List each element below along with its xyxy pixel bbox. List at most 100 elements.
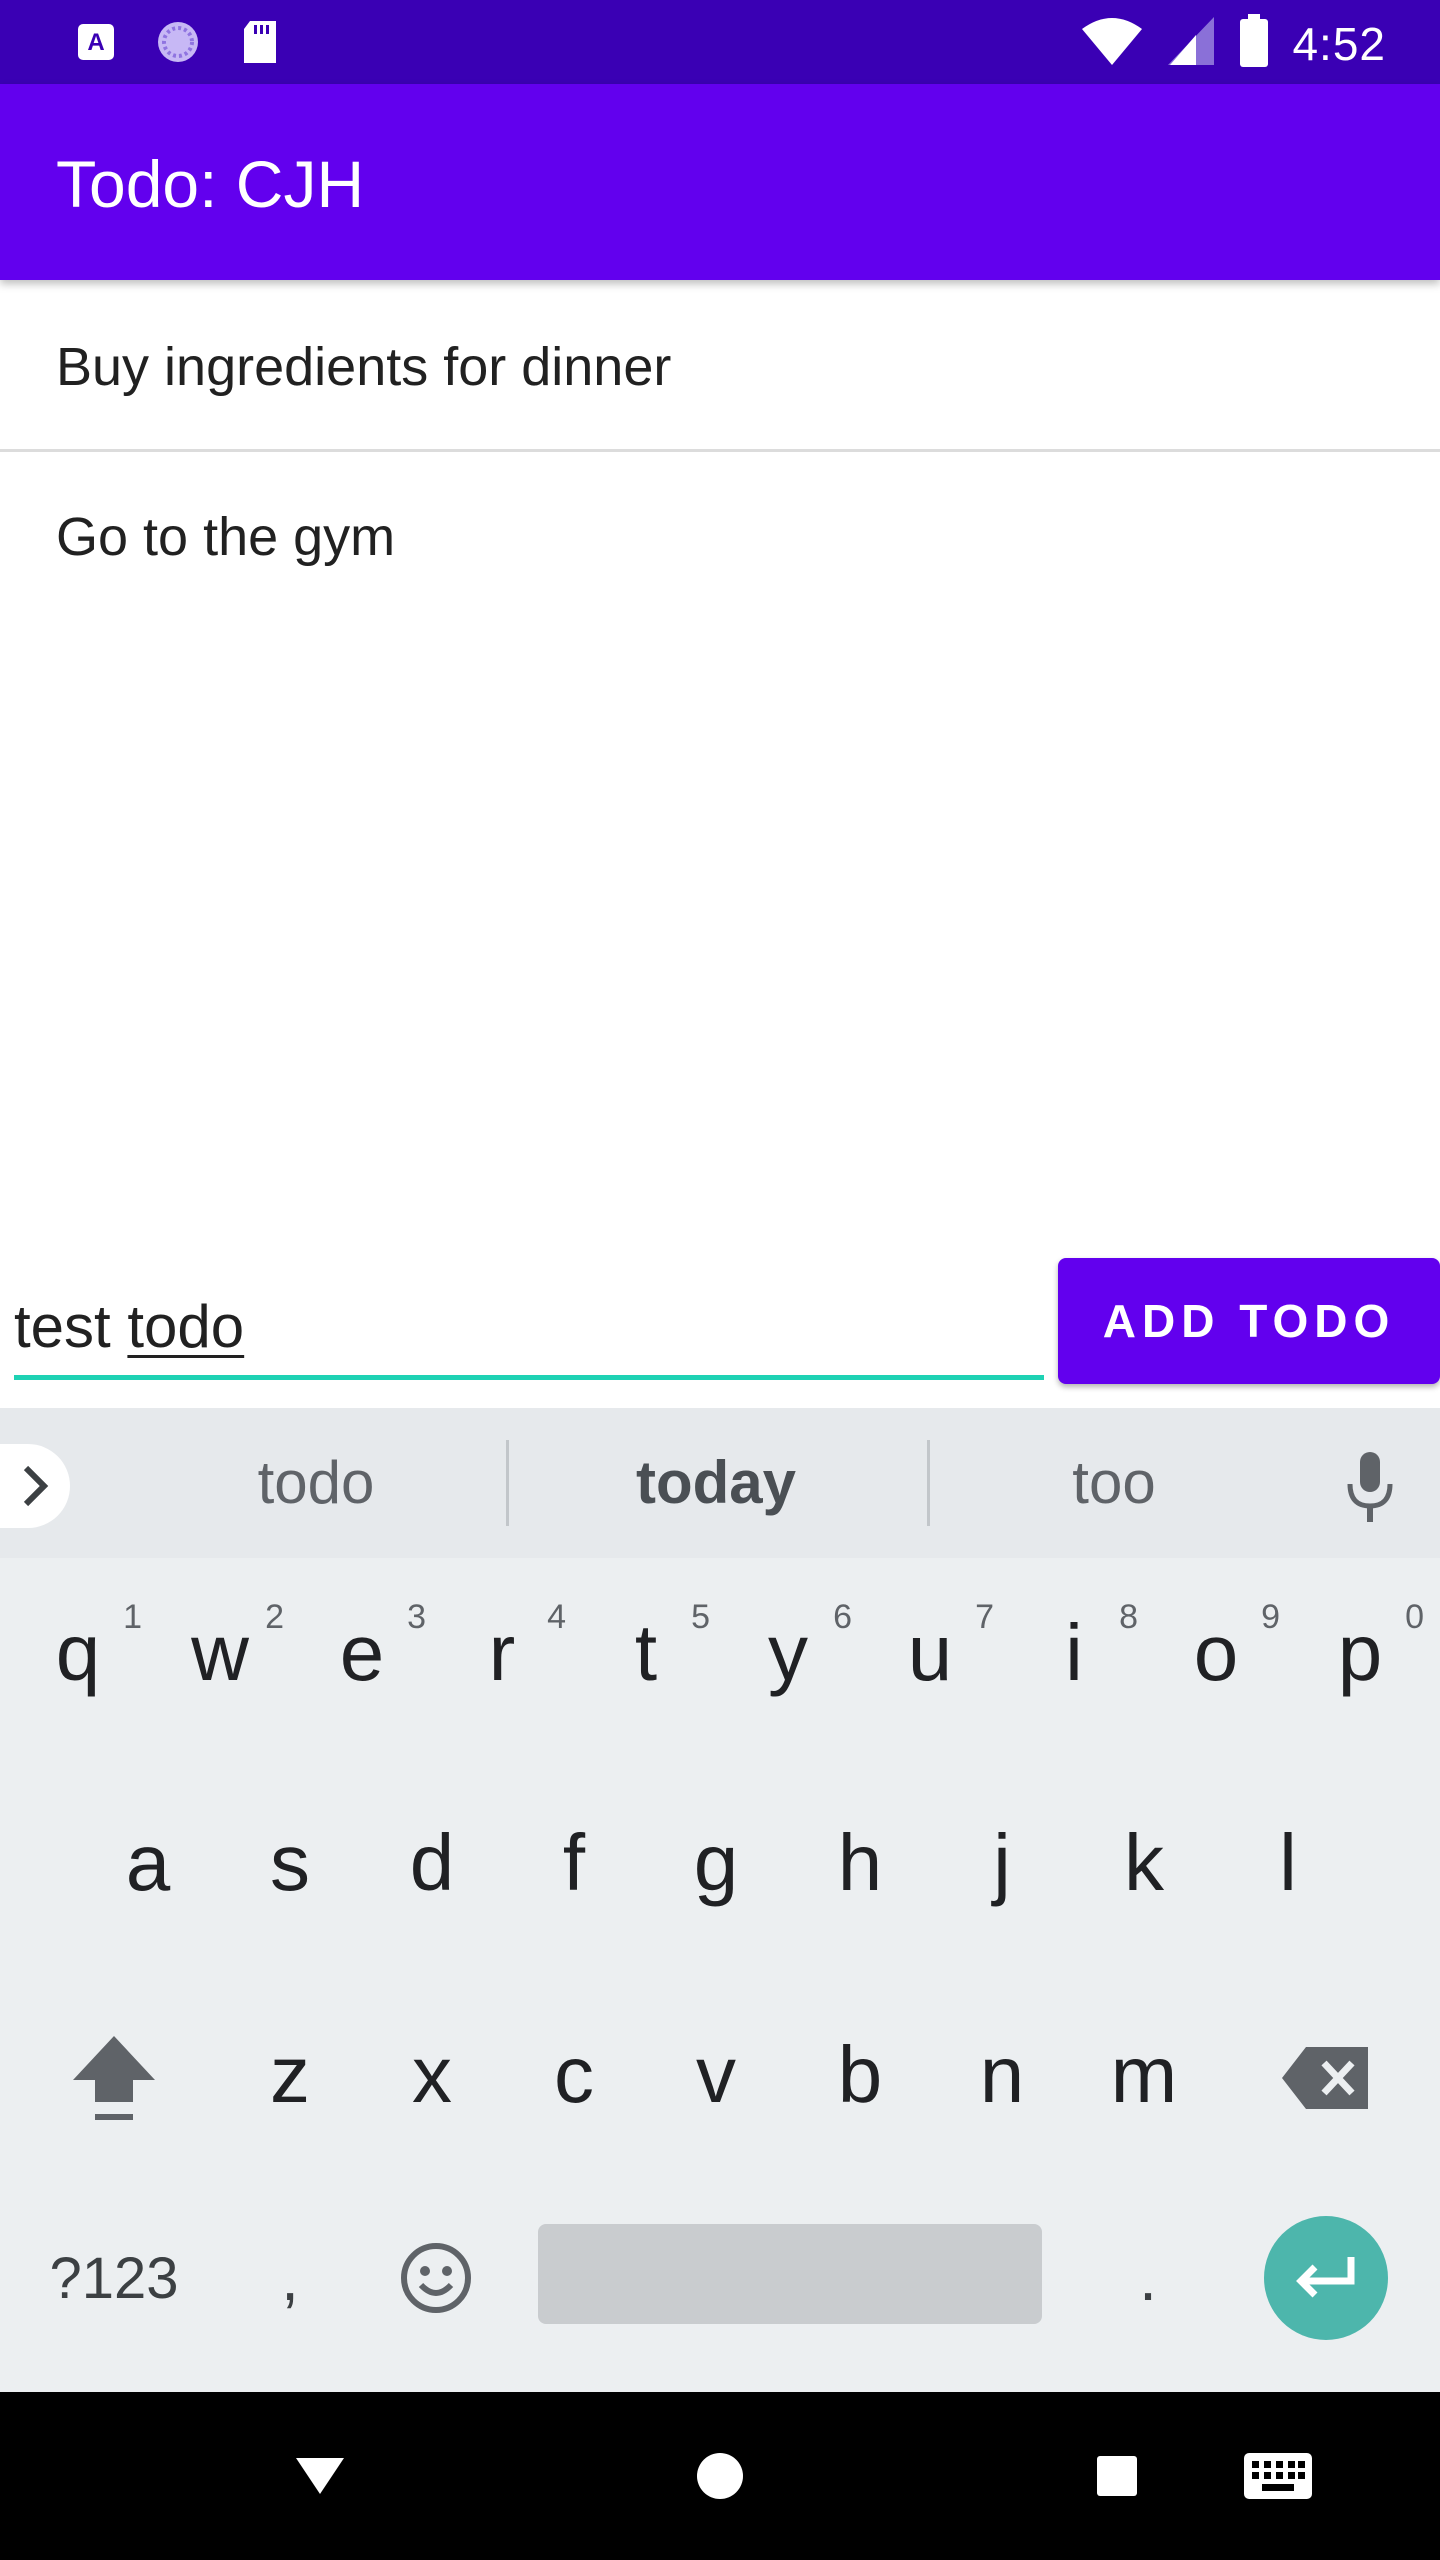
key-i[interactable]: i8 [1004, 1578, 1144, 1728]
key-z[interactable]: z [220, 2000, 360, 2150]
comma-key[interactable]: , [240, 2216, 340, 2340]
key-label: b [837, 2030, 883, 2119]
key-w[interactable]: w2 [150, 1578, 290, 1728]
recents-button[interactable] [1077, 2436, 1157, 2516]
backspace-key[interactable] [1266, 2018, 1386, 2138]
key-h[interactable]: h [790, 1788, 930, 1938]
key-k[interactable]: k [1074, 1788, 1214, 1938]
add-todo-button[interactable]: ADD TODO [1058, 1258, 1440, 1384]
suggestion-divider [927, 1440, 930, 1526]
key-label: n [979, 2030, 1025, 2119]
todo-input-composing-text: todo [127, 1293, 245, 1360]
key-number-hint: 1 [123, 1598, 142, 1636]
key-label: c [554, 2030, 594, 2119]
emoji-key[interactable] [376, 2216, 496, 2340]
key-f[interactable]: f [504, 1788, 644, 1938]
smiley-icon [401, 2243, 471, 2313]
key-label: v [696, 2030, 736, 2119]
key-label: f [562, 1818, 586, 1907]
app-a-icon: A [72, 18, 120, 66]
key-v[interactable]: v [646, 2000, 786, 2150]
key-label: t [634, 1608, 658, 1697]
key-label: i [1065, 1608, 1083, 1697]
key-label: z [270, 2030, 310, 2119]
key-number-hint: 9 [1261, 1598, 1280, 1636]
enter-key[interactable] [1264, 2216, 1388, 2340]
wifi-icon [1080, 15, 1144, 72]
key-label: q [55, 1608, 101, 1697]
key-label: s [270, 1818, 310, 1907]
keyboard-switch-button[interactable] [1238, 2436, 1318, 2516]
key-j[interactable]: j [932, 1788, 1072, 1938]
period-key[interactable]: . [1098, 2216, 1198, 2340]
key-u[interactable]: u7 [860, 1578, 1000, 1728]
key-r[interactable]: r4 [432, 1578, 572, 1728]
comma-key-label: , [281, 2242, 299, 2314]
key-number-hint: 4 [547, 1598, 566, 1636]
key-label: d [409, 1818, 455, 1907]
key-x[interactable]: x [362, 2000, 502, 2150]
home-button[interactable] [680, 2436, 760, 2516]
key-c[interactable]: c [504, 2000, 644, 2150]
key-label: a [125, 1818, 171, 1907]
key-e[interactable]: e3 [292, 1578, 432, 1728]
key-label: k [1124, 1818, 1164, 1907]
key-t[interactable]: t5 [576, 1578, 716, 1728]
key-label: y [768, 1608, 808, 1697]
todo-input[interactable]: test todo [14, 1280, 1044, 1380]
key-number-hint: 3 [407, 1598, 426, 1636]
key-d[interactable]: d [362, 1788, 502, 1938]
home-circle-icon [697, 2453, 743, 2499]
app-bar: Todo: CJH [0, 84, 1440, 280]
key-number-hint: 8 [1119, 1598, 1138, 1636]
symbols-key[interactable]: ?123 [24, 2216, 204, 2340]
key-g[interactable]: g [646, 1788, 786, 1938]
todo-input-committed-text: test [14, 1293, 128, 1360]
key-number-hint: 0 [1405, 1598, 1424, 1636]
enter-arrow-icon [1296, 2257, 1355, 2298]
symbols-key-label: ?123 [49, 2245, 179, 2311]
shift-key[interactable] [54, 2008, 174, 2148]
key-number-hint: 5 [691, 1598, 710, 1636]
todo-item[interactable]: Buy ingredients for dinner [0, 282, 1440, 452]
key-o[interactable]: o9 [1146, 1578, 1286, 1728]
soft-keyboard: todo today too q1w2e3r4t5y6u7i8o9p0 asdf… [0, 1408, 1440, 2392]
sd-card-icon [236, 18, 284, 66]
key-y[interactable]: y6 [718, 1578, 858, 1728]
suggestion-2[interactable]: today [566, 1448, 866, 1517]
key-m[interactable]: m [1074, 2000, 1214, 2150]
key-number-hint: 6 [833, 1598, 852, 1636]
period-key-label: . [1139, 2242, 1157, 2314]
shift-arrow-icon [73, 2036, 155, 2120]
keyboard-icon [1244, 2453, 1312, 2499]
suggestion-divider [506, 1440, 509, 1526]
key-b[interactable]: b [790, 2000, 930, 2150]
back-triangle-icon [296, 2458, 344, 2494]
key-p[interactable]: p0 [1290, 1578, 1430, 1728]
recents-square-icon [1097, 2456, 1137, 2496]
signal-icon [1166, 15, 1216, 72]
svg-text:A: A [87, 29, 104, 56]
space-key[interactable] [538, 2224, 1042, 2324]
key-q[interactable]: q1 [8, 1578, 148, 1728]
key-label: r [488, 1608, 516, 1697]
key-a[interactable]: a [78, 1788, 218, 1938]
suggestion-1[interactable]: todo [166, 1448, 466, 1517]
key-n[interactable]: n [932, 2000, 1072, 2150]
todo-item[interactable]: Go to the gym [0, 452, 1440, 622]
mic-icon[interactable] [1340, 1448, 1400, 1528]
todo-item-text: Buy ingredients for dinner [56, 337, 672, 397]
key-s[interactable]: s [220, 1788, 360, 1938]
key-label: m [1110, 2030, 1178, 2119]
key-l[interactable]: l [1218, 1788, 1358, 1938]
back-button[interactable] [280, 2436, 360, 2516]
navigation-bar [0, 2392, 1440, 2560]
suggestion-3[interactable]: too [964, 1448, 1264, 1517]
suggestion-strip: todo today too [0, 1408, 1440, 1558]
status-bar-right: 4:52 [1080, 14, 1386, 73]
expand-suggestions-button[interactable] [0, 1444, 70, 1528]
key-label: x [412, 2030, 452, 2119]
status-bar-left: A [72, 18, 284, 66]
todo-input-value: test todo [14, 1292, 244, 1361]
status-time: 4:52 [1292, 17, 1386, 70]
